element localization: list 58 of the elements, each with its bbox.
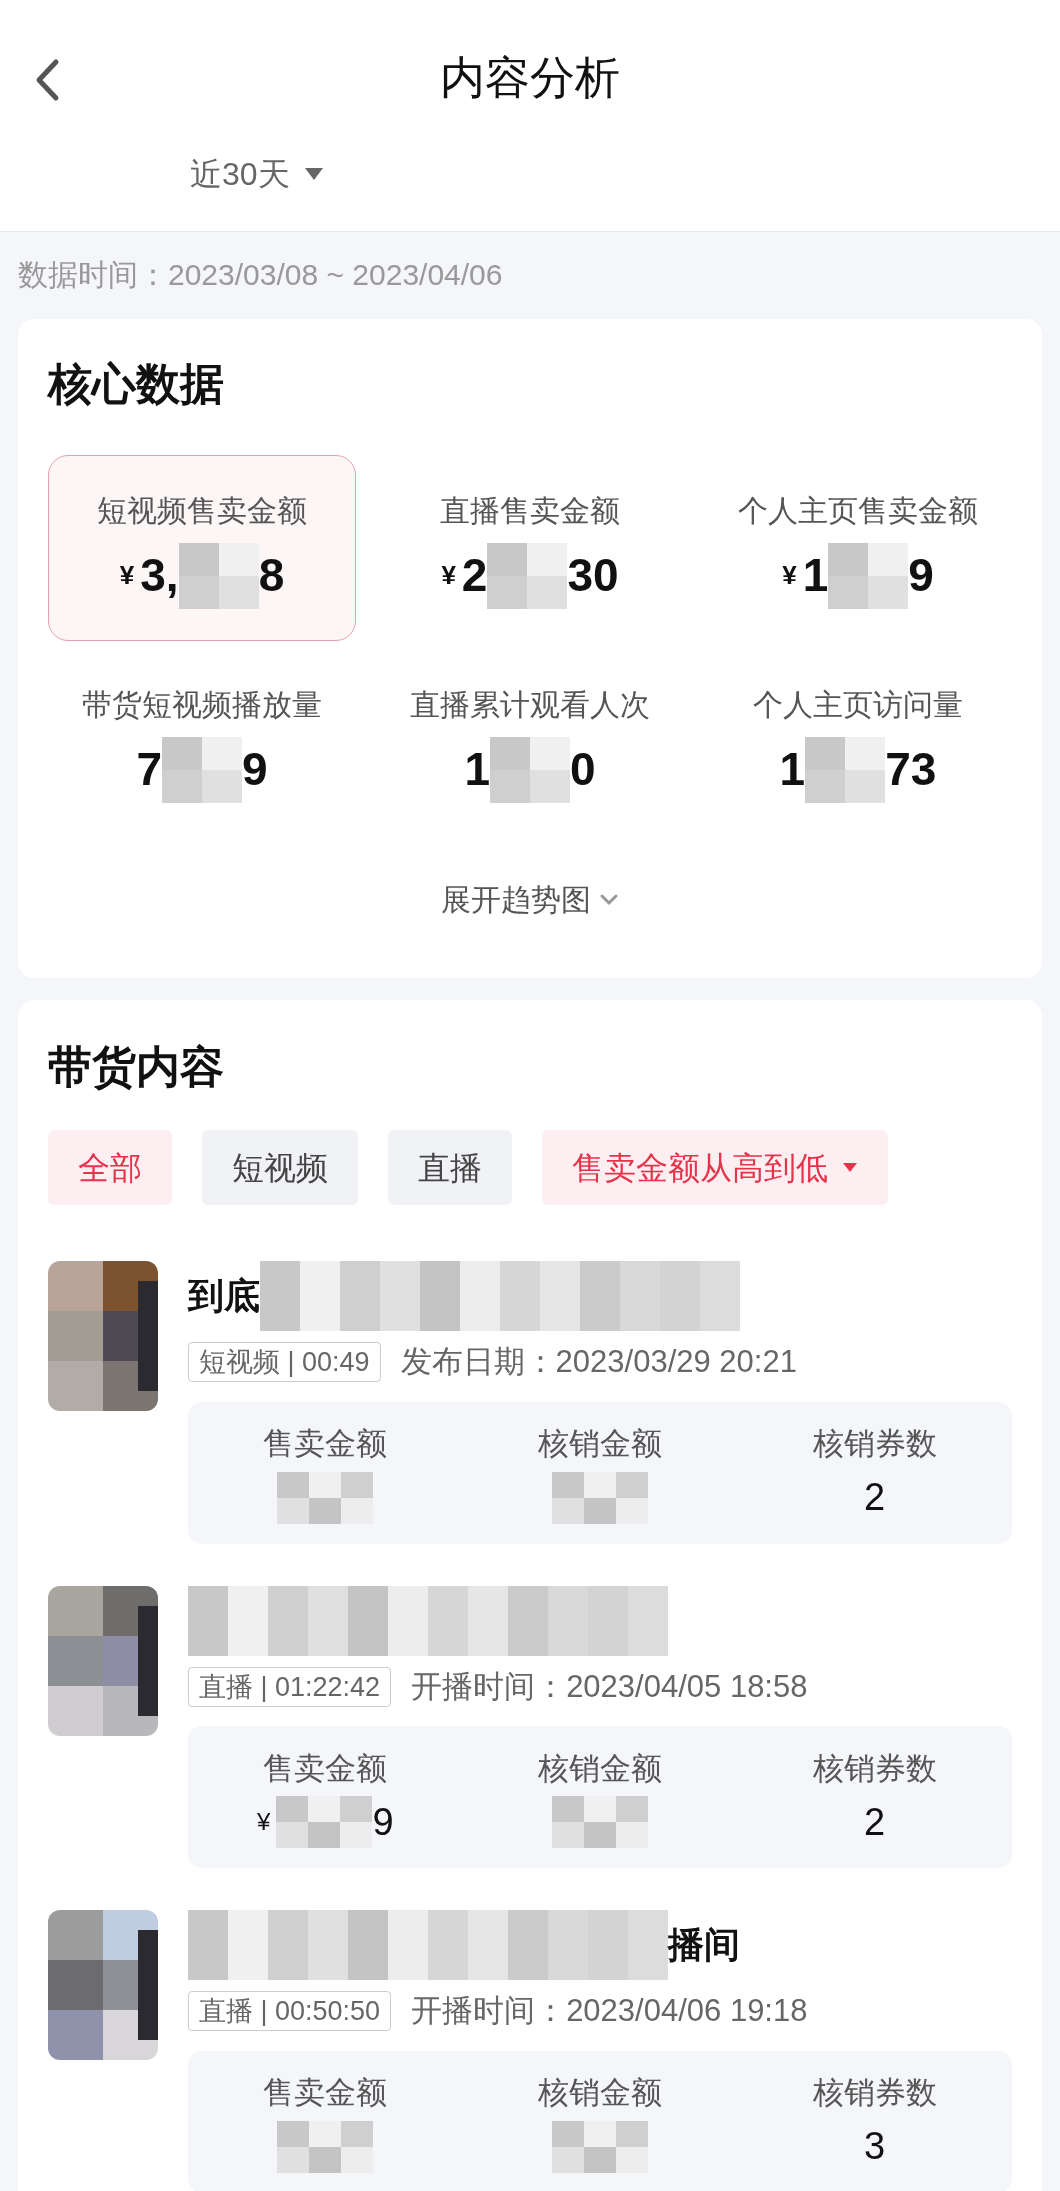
metric-label: 直播售卖金额 <box>440 492 620 529</box>
data-time-text: 数据时间：2023/03/08 ~ 2023/04/06 <box>17 257 504 293</box>
sort-dropdown[interactable]: 售卖金额从高到低 <box>542 1130 888 1205</box>
stat-label: 售卖金额 <box>263 1749 388 1788</box>
caret-icon <box>303 166 324 181</box>
content-type-tag: 短视频 | 00:49 <box>188 1342 381 1383</box>
filter-tab[interactable]: 短视频 <box>202 1130 358 1205</box>
chevron-down-icon <box>599 892 619 907</box>
metric-label: 带货短视频播放量 <box>82 686 322 723</box>
stat-label: 售卖金额 <box>263 2074 388 2113</box>
metric-label: 个人主页访问量 <box>753 686 963 723</box>
stat-value: 9 <box>372 1799 394 1845</box>
stat-value: 2 <box>864 1475 886 1521</box>
metric-value: 8 <box>258 548 285 603</box>
section-title: 带货内容 <box>48 1041 225 1093</box>
metric-label: 直播累计观看人次 <box>410 686 650 723</box>
metric-value: 2 <box>461 548 488 603</box>
filter-tab[interactable]: 全部 <box>48 1130 172 1205</box>
metric-value: 1 <box>802 548 829 603</box>
stat-label: 售卖金额 <box>263 1425 388 1464</box>
currency-symbol: ¥ <box>782 559 797 592</box>
metric-value: 30 <box>567 548 619 603</box>
stat-value: 2 <box>864 1799 886 1845</box>
stat-label: 核销金额 <box>538 2074 662 2113</box>
content-type-tag: 直播 | 00:50:50 <box>188 1991 392 2032</box>
section-title: 核心数据 <box>48 358 225 410</box>
content-type-tag: 直播 | 01:22:42 <box>188 1666 392 1707</box>
metric-label: 个人主页售卖金额 <box>738 492 978 529</box>
item-title: 播间 <box>668 1923 740 1967</box>
metric-label: 短视频售卖金额 <box>97 492 307 529</box>
publish-time-text: 发布日期：2023/03/29 20:21 <box>400 1343 797 1381</box>
metric-value: 3, <box>140 548 179 603</box>
stat-label: 核销券数 <box>812 2074 937 2113</box>
currency-symbol: ¥ <box>441 559 456 592</box>
currency-symbol: ¥ <box>119 559 135 592</box>
metric-value: 73 <box>885 742 937 797</box>
publish-time-text: 开播时间：2023/04/06 19:18 <box>411 1992 808 2030</box>
metric-card[interactable]: 短视频售卖金额 ¥3, 8 <box>48 455 356 641</box>
period-dropdown[interactable]: 近30天 <box>190 149 324 198</box>
metric-value: 1 <box>464 742 490 797</box>
metric-value: 7 <box>136 742 162 797</box>
page-title: 内容分析 <box>440 51 620 106</box>
stat-label: 核销金额 <box>538 1749 662 1788</box>
stat-label: 核销金额 <box>538 1425 662 1464</box>
caret-icon <box>842 1162 858 1173</box>
stat-value: 3 <box>864 2124 886 2170</box>
filter-tab[interactable]: 直播 <box>388 1130 512 1205</box>
metric-value: 0 <box>570 742 596 797</box>
stat-label: 核销券数 <box>812 1749 937 1788</box>
item-title: 到底 <box>188 1274 260 1318</box>
stat-label: 核销券数 <box>812 1425 937 1464</box>
metric-value: 1 <box>779 742 806 797</box>
currency-symbol: ¥ <box>257 1807 271 1838</box>
publish-time-text: 开播时间：2023/04/05 18:58 <box>411 1667 808 1706</box>
expand-trend-button[interactable]: 展开趋势图 <box>441 877 619 922</box>
metric-value: 9 <box>908 548 934 603</box>
metric-value: 9 <box>242 742 268 797</box>
back-icon[interactable] <box>34 58 60 102</box>
